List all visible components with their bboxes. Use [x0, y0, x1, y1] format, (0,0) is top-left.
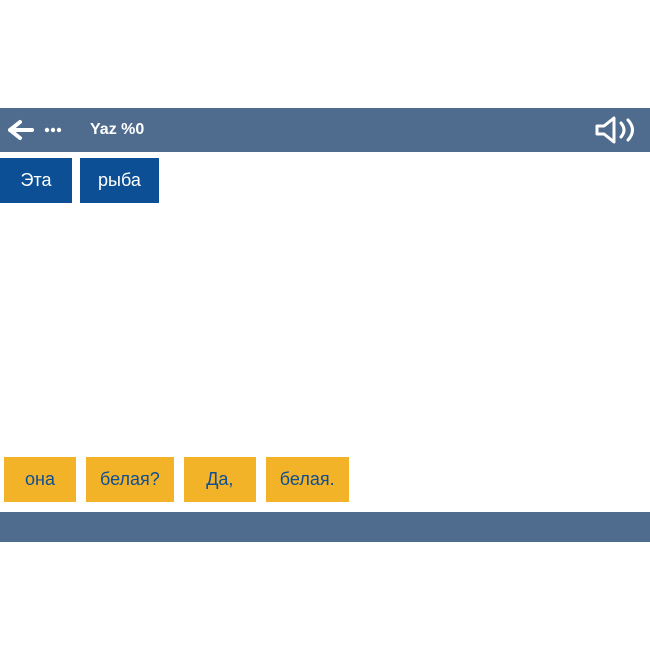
bank-word-tile[interactable]: она	[4, 457, 76, 502]
work-area	[0, 209, 650, 449]
more-dots-icon	[44, 118, 62, 142]
header-bar: Yaz %0	[0, 108, 650, 152]
bank-word-tile[interactable]: Да,	[184, 457, 256, 502]
top-blank-area	[0, 0, 650, 108]
answer-word-tile[interactable]: рыба	[80, 158, 159, 203]
footer-bar	[0, 512, 650, 542]
speaker-icon	[594, 115, 640, 145]
bank-word-tile[interactable]: белая?	[86, 457, 174, 502]
bottom-blank-area	[0, 542, 650, 650]
speaker-button[interactable]	[594, 115, 640, 145]
back-arrow-icon	[6, 118, 40, 142]
bank-word-tile[interactable]: белая.	[266, 457, 349, 502]
back-button[interactable]	[6, 118, 62, 142]
page-title: Yaz %0	[90, 121, 144, 139]
answer-row[interactable]: Эта рыба	[0, 152, 650, 209]
word-bank: она белая? Да, белая.	[0, 449, 650, 512]
answer-word-tile[interactable]: Эта	[0, 158, 72, 203]
app-stage: Yaz %0 Эта рыба она белая? Да, белая.	[0, 0, 650, 650]
